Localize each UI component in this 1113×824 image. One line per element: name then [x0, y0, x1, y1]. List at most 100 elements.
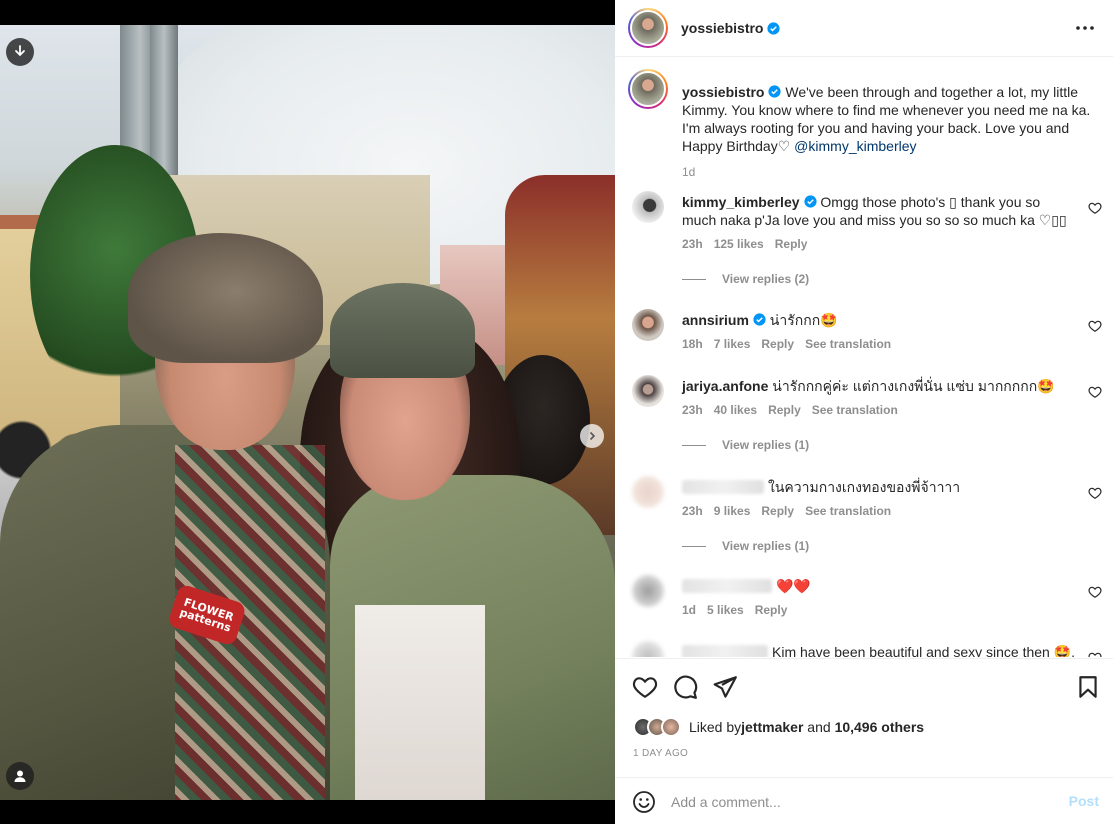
comment-age: 23h — [682, 403, 703, 417]
comment-age: 1d — [682, 603, 697, 617]
comment-username[interactable]: kimmy_kimberley — [682, 194, 800, 210]
comment-age: 18h — [682, 337, 703, 351]
user-icon — [14, 770, 26, 782]
chevron-right-icon — [589, 431, 596, 441]
author-avatar[interactable] — [628, 69, 668, 109]
liked-by-prefix: Liked by — [689, 719, 742, 735]
comment-text-block: ❤️❤️ — [682, 577, 1077, 595]
download-icon — [15, 45, 25, 57]
comment-likes[interactable]: 125 likes — [714, 237, 764, 251]
reply-button[interactable]: Reply — [775, 237, 808, 251]
post-actions: Liked by jettmaker and 10,496 others 1 D… — [615, 658, 1113, 776]
comment-text-block: kimmy_kimberley Omgg those photo's ▯ tha… — [682, 193, 1077, 229]
comment-likes[interactable]: 40 likes — [714, 403, 757, 417]
comments-list[interactable]: yossiebistro We've been through and toge… — [615, 58, 1113, 657]
post-side-panel: yossiebistro yossiebistro We've been thr… — [615, 0, 1113, 824]
author-username[interactable]: yossiebistro — [681, 20, 763, 36]
view-replies-label: View replies (1) — [722, 539, 810, 553]
comment-username-redacted[interactable] — [682, 579, 772, 593]
like-comment-heart-icon[interactable] — [1088, 385, 1102, 399]
comment-meta: 1d 5 likes Reply — [682, 603, 798, 617]
comment-text: น่ารักกก🤩 — [769, 312, 838, 328]
see-translation-button[interactable]: See translation — [812, 403, 898, 417]
comment-bubble-icon[interactable] — [672, 674, 698, 700]
comment-text: Kim have been beautiful and sexy since t… — [772, 644, 1076, 657]
reply-button[interactable]: Reply — [761, 504, 794, 518]
comment-age: 23h — [682, 504, 703, 518]
caption-age: 1d — [682, 165, 696, 179]
next-photo-button[interactable] — [580, 424, 604, 448]
verified-badge-icon — [803, 195, 817, 208]
emoji-icon[interactable] — [632, 790, 656, 814]
comment-username[interactable]: annsirium — [682, 312, 749, 328]
caption-text-block: yossiebistro We've been through and toge… — [682, 83, 1092, 181]
comment-username-redacted[interactable] — [682, 480, 764, 494]
view-replies-label: View replies (2) — [722, 272, 810, 286]
caption-username[interactable]: yossiebistro — [682, 84, 764, 100]
more-icon — [1076, 26, 1094, 30]
view-replies-button[interactable]: View replies (2) — [682, 272, 809, 286]
share-paper-plane-icon[interactable] — [712, 674, 738, 700]
commenter-avatar[interactable] — [632, 476, 664, 508]
comment-meta: 18h 7 likes Reply See translation — [682, 337, 902, 351]
verified-badge-icon — [753, 313, 766, 326]
comment-meta: 23h 125 likes Reply — [682, 237, 818, 251]
like-comment-heart-icon[interactable] — [1088, 201, 1102, 215]
liked-by-user-link[interactable]: jettmaker — [741, 719, 803, 735]
reply-button[interactable]: Reply — [761, 337, 794, 351]
see-translation-button[interactable]: See translation — [805, 337, 891, 351]
comment-age: 23h — [682, 237, 703, 251]
liked-by-and: and — [803, 719, 835, 735]
photo-person2-shirt — [355, 605, 485, 800]
commenter-avatar[interactable] — [632, 309, 664, 341]
post-photo[interactable]: FLOWER patterns — [0, 25, 615, 800]
reply-button[interactable]: Reply — [755, 603, 788, 617]
save-bookmark-icon[interactable] — [1075, 674, 1101, 700]
view-replies-button[interactable]: View replies (1) — [682, 438, 809, 452]
commenter-avatar[interactable] — [632, 191, 664, 223]
tagged-users-button[interactable] — [6, 762, 34, 790]
like-comment-heart-icon[interactable] — [1088, 651, 1102, 657]
post-header: yossiebistro — [615, 0, 1113, 57]
post-date: 1 DAY AGO — [633, 748, 689, 759]
liker-avatars[interactable] — [633, 717, 681, 737]
comment-likes[interactable]: 7 likes — [714, 337, 751, 351]
commenter-avatar[interactable] — [632, 641, 664, 657]
comment-likes[interactable]: 5 likes — [707, 603, 744, 617]
photo-person1-hair — [128, 233, 323, 363]
comment-username[interactable]: jariya.anfone — [682, 378, 768, 394]
commenter-avatar[interactable] — [632, 375, 664, 407]
photo-person2-cap — [330, 283, 475, 378]
download-button[interactable] — [6, 38, 34, 66]
verified-badge-icon — [768, 85, 782, 98]
commenter-avatar[interactable] — [632, 575, 664, 607]
like-comment-heart-icon[interactable] — [1088, 319, 1102, 333]
view-replies-button[interactable]: View replies (1) — [682, 539, 809, 553]
see-translation-button[interactable]: See translation — [805, 504, 891, 518]
comment-text: ในความกางเกงทองของพี่จ้าาาา — [768, 479, 961, 495]
comment-text-block: jariya.anfone น่ารักกกคู่ค่ะ แต่กางเกงพี… — [682, 377, 1077, 395]
reply-button[interactable]: Reply — [768, 403, 801, 417]
instagram-post-modal: FLOWER patterns yossiebistro yossiebistr… — [0, 0, 1113, 824]
comment-text: ❤️❤️ — [776, 578, 811, 594]
verified-badge-icon — [767, 21, 781, 35]
add-comment-input[interactable] — [671, 792, 1051, 812]
caption-mention-link[interactable]: @kimmy_kimberley — [794, 138, 916, 154]
like-comment-heart-icon[interactable] — [1088, 585, 1102, 599]
like-comment-heart-icon[interactable] — [1088, 486, 1102, 500]
comment-likes[interactable]: 9 likes — [714, 504, 751, 518]
comment-meta: 23h 9 likes Reply See translation — [682, 504, 902, 518]
like-heart-icon[interactable] — [632, 674, 658, 700]
post-comment-button[interactable]: Post — [1069, 793, 1099, 809]
comment-username-redacted[interactable] — [682, 645, 768, 657]
comment-text-block: ในความกางเกงทองของพี่จ้าาาา — [682, 478, 1077, 496]
comment-composer: Post — [615, 777, 1113, 824]
comment-text: น่ารักกกคู่ค่ะ แต่กางเกงพี่นั่น แซ่บ มาก… — [772, 378, 1055, 394]
more-options-button[interactable] — [1075, 18, 1095, 38]
liked-by-others-link[interactable]: 10,496 others — [835, 719, 925, 735]
liker-avatar — [661, 717, 681, 737]
patch-text: FLOWER patterns — [178, 595, 236, 635]
author-avatar[interactable] — [628, 8, 668, 48]
comment-text-block: Kim have been beautiful and sexy since t… — [682, 643, 1077, 657]
comment-text-block: annsirium น่ารักกก🤩 — [682, 311, 1077, 329]
